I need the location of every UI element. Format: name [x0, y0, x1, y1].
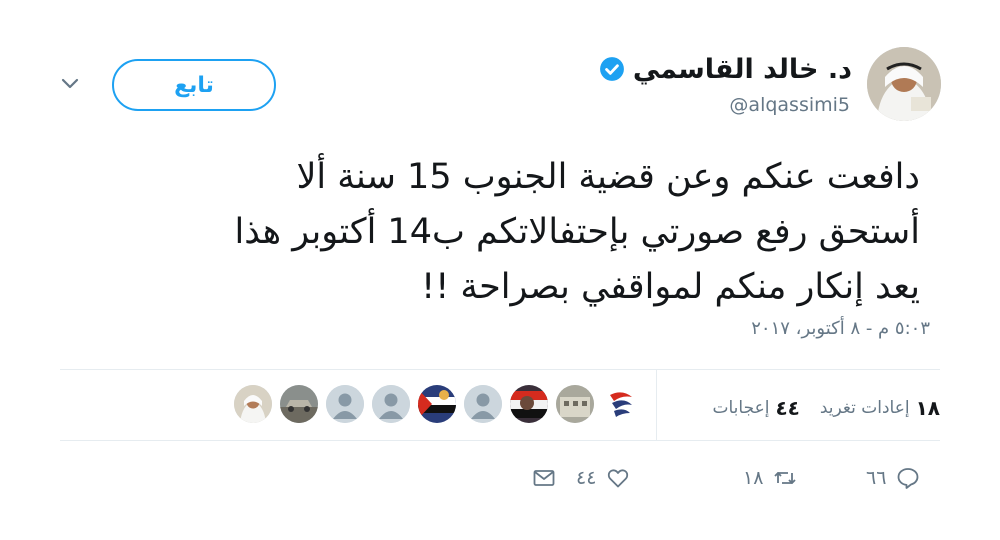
chevron-down-icon[interactable]: [60, 76, 80, 92]
default-avatar-icon: [464, 385, 502, 423]
user-handle[interactable]: @alqassimi5: [729, 94, 850, 116]
name-row: د. خالد القاسمي: [599, 52, 852, 86]
liker-avatar[interactable]: [280, 385, 318, 423]
avatar-car-icon: [280, 385, 318, 423]
retweets-label: إعادات تغريد: [819, 398, 910, 418]
avatar-flag-icon: [602, 385, 640, 423]
liker-avatar[interactable]: [418, 385, 456, 423]
retweet-count: ١٨: [743, 467, 764, 489]
avatar-flag-icon: [510, 385, 548, 423]
default-avatar-icon: [372, 385, 410, 423]
liker-avatar[interactable]: [602, 385, 640, 423]
default-avatar-icon: [326, 385, 364, 423]
tweet-timestamp[interactable]: ٥:٠٣ م - ٨ أكتوبر، ٢٠١٧: [751, 318, 930, 339]
avatar-person-icon: [234, 385, 272, 423]
tweet-text: دافعت عنكم وعن قضية الجنوب 15 سنة ألا أس…: [80, 150, 920, 315]
retweets-stat[interactable]: ١٨ إعادات تغريد: [820, 396, 940, 420]
retweet-icon: [774, 472, 797, 484]
stats-separator: [656, 370, 657, 440]
tweet-text-line: أستحق رفع صورتي بإحتفالاتكم ب14 أكتوبر ه…: [234, 212, 920, 252]
likes-stat[interactable]: ٤٤ إعجابات: [713, 396, 800, 420]
tweet-card: د. خالد القاسمي @alqassimi5 تابع دافعت ع…: [0, 0, 1000, 540]
divider: [60, 369, 940, 370]
tweet-text-line: دافعت عنكم وعن قضية الجنوب 15 سنة ألا: [296, 157, 920, 197]
heart-icon: [608, 469, 629, 488]
tweet-actions: ٦٦ ١٨ ٤٤: [0, 458, 1000, 498]
reply-icon: [898, 468, 919, 489]
likers-avatars: [234, 385, 640, 425]
like-action[interactable]: ٤٤: [576, 458, 630, 498]
liker-avatar[interactable]: [464, 385, 502, 423]
liker-avatar[interactable]: [510, 385, 548, 423]
direct-message-action[interactable]: [532, 458, 556, 498]
tweet-text-line: يعد إنكار منكم لمواقفي بصراحة !!: [421, 267, 920, 307]
likes-count: ٤٤: [775, 396, 800, 420]
like-count: ٤٤: [576, 467, 597, 489]
profile-avatar[interactable]: [867, 47, 941, 121]
follow-button[interactable]: تابع: [112, 59, 276, 111]
liker-avatar[interactable]: [326, 385, 364, 423]
retweet-action[interactable]: ١٨: [743, 458, 797, 498]
tweet-stats: ١٨ إعادات تغريد ٤٤ إعجابات: [713, 386, 941, 430]
avatar-person-icon: [867, 47, 941, 121]
avatar-flag-icon: [418, 385, 456, 423]
liker-avatar[interactable]: [234, 385, 272, 423]
verified-badge-icon: [599, 57, 624, 81]
reply-count: ٦٦: [866, 467, 887, 489]
divider: [60, 440, 940, 441]
reply-action[interactable]: ٦٦: [866, 458, 920, 498]
liker-avatar[interactable]: [372, 385, 410, 423]
mail-icon: [533, 470, 555, 486]
likes-label: إعجابات: [712, 398, 770, 418]
retweets-count: ١٨: [915, 396, 940, 420]
liker-avatar[interactable]: [556, 385, 594, 423]
display-name[interactable]: د. خالد القاسمي: [633, 54, 852, 85]
avatar-building-icon: [556, 385, 594, 423]
